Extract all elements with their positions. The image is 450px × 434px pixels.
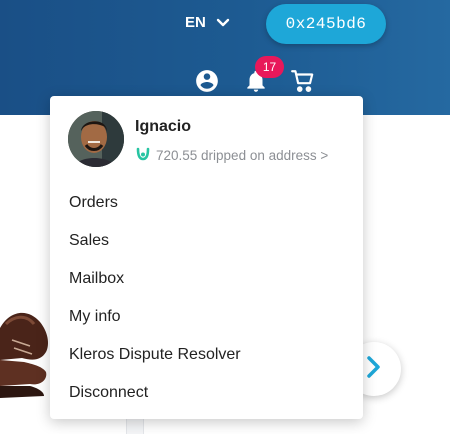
drip-balance-link[interactable]: 720.55 dripped on address > [135, 146, 328, 165]
user-dropdown-menu: Ignacio 720.55 dripped on address > Orde… [50, 96, 363, 419]
language-selector[interactable]: EN [185, 12, 230, 32]
drip-token-icon [135, 146, 151, 165]
menu-item-orders[interactable]: Orders [69, 191, 241, 229]
notification-count-badge: 17 [255, 56, 284, 78]
menu-item-kleros-dispute-resolver[interactable]: Kleros Dispute Resolver [69, 343, 241, 381]
menu-item-my-info[interactable]: My info [69, 305, 241, 343]
drip-text: 720.55 dripped on address > [156, 148, 329, 163]
language-label: EN [185, 13, 206, 31]
chevron-down-icon [216, 15, 230, 32]
chevron-right-icon [365, 355, 383, 384]
user-menu-list: Orders Sales Mailbox My info Kleros Disp… [69, 191, 241, 419]
avatar [68, 111, 124, 167]
cart-icon[interactable] [290, 68, 318, 96]
menu-item-mailbox[interactable]: Mailbox [69, 267, 241, 305]
menu-item-sales[interactable]: Sales [69, 229, 241, 267]
shoe-product-image [0, 300, 50, 415]
wallet-address-button[interactable]: 0x245bd6 [266, 4, 386, 44]
account-circle-icon[interactable] [194, 68, 222, 96]
user-name: Ignacio [135, 118, 192, 135]
menu-item-disconnect[interactable]: Disconnect [69, 381, 241, 419]
